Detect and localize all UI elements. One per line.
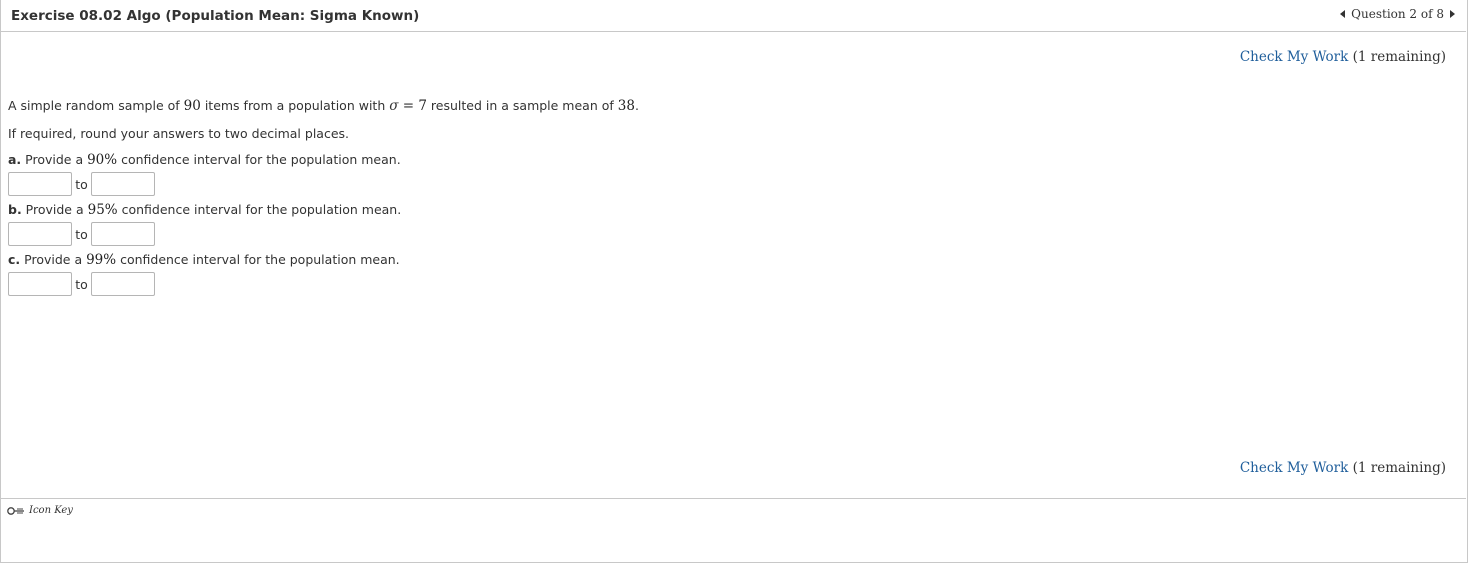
part-text: confidence interval for the population m… [116, 252, 400, 267]
rounding-instruction: If required, round your answers to two d… [8, 126, 349, 141]
confidence-level: 99% [86, 252, 117, 268]
part-text: Provide a [21, 152, 88, 167]
to-label: to [75, 226, 88, 242]
part-b-lower-input[interactable] [8, 222, 72, 246]
part-c-upper-input[interactable] [91, 272, 155, 296]
part-text: confidence interval for the population m… [117, 202, 402, 217]
part-a-lower-input[interactable] [8, 172, 72, 196]
to-label: to [75, 276, 88, 292]
part-c-prompt: c. Provide a 99% confidence interval for… [8, 252, 400, 268]
part-c-answer-row: to [8, 272, 155, 296]
check-my-work-remaining: (1 remaining) [1352, 460, 1446, 476]
statement-text: resulted in a sample mean of [426, 98, 618, 113]
equals-sign: = [398, 98, 419, 114]
part-letter: c. [8, 252, 21, 267]
check-my-work-remaining: (1 remaining) [1352, 49, 1446, 65]
part-a-prompt: a. Provide a 90% confidence interval for… [8, 152, 401, 168]
part-b-prompt: b. Provide a 95% confidence interval for… [8, 202, 401, 218]
part-letter: b. [8, 202, 22, 217]
part-text: Provide a [21, 202, 88, 217]
icon-key-label: Icon Key [29, 505, 73, 516]
check-my-work-link[interactable]: Check My Work [1240, 460, 1349, 476]
problem-statement: A simple random sample of 90 items from … [8, 98, 639, 114]
sigma-value: 7 [418, 98, 427, 114]
assignment-frame [0, 0, 1468, 563]
page-title: Exercise 08.02 Algo (Population Mean: Si… [11, 8, 420, 24]
key-icon [7, 506, 24, 515]
confidence-level: 90% [87, 152, 118, 168]
part-text: Provide a [20, 252, 87, 267]
check-my-work-bottom: Check My Work (1 remaining) [1240, 460, 1446, 476]
icon-key-link[interactable]: Icon Key [7, 505, 73, 516]
question-counter: Question 2 of 8 [1351, 7, 1444, 21]
question-navigation: Question 2 of 8 [1340, 7, 1455, 21]
part-c-lower-input[interactable] [8, 272, 72, 296]
part-a-answer-row: to [8, 172, 155, 196]
part-letter: a. [8, 152, 22, 167]
statement-text: . [634, 98, 639, 113]
part-text: confidence interval for the population m… [117, 152, 401, 167]
part-b-upper-input[interactable] [91, 222, 155, 246]
check-my-work-link[interactable]: Check My Work [1240, 49, 1349, 65]
statement-text: A simple random sample of [8, 98, 184, 113]
footer-divider [1, 498, 1466, 499]
to-label: to [75, 176, 88, 192]
check-my-work-top: Check My Work (1 remaining) [1240, 49, 1446, 65]
part-a-upper-input[interactable] [91, 172, 155, 196]
part-b-answer-row: to [8, 222, 155, 246]
sample-mean: 38 [617, 98, 635, 114]
next-question-icon[interactable] [1450, 10, 1455, 18]
statement-text: items from a population with [200, 98, 390, 113]
previous-question-icon[interactable] [1340, 10, 1346, 18]
header-bar: Exercise 08.02 Algo (Population Mean: Si… [0, 0, 1466, 32]
sample-size: 90 [183, 98, 201, 114]
confidence-level: 95% [87, 202, 118, 218]
